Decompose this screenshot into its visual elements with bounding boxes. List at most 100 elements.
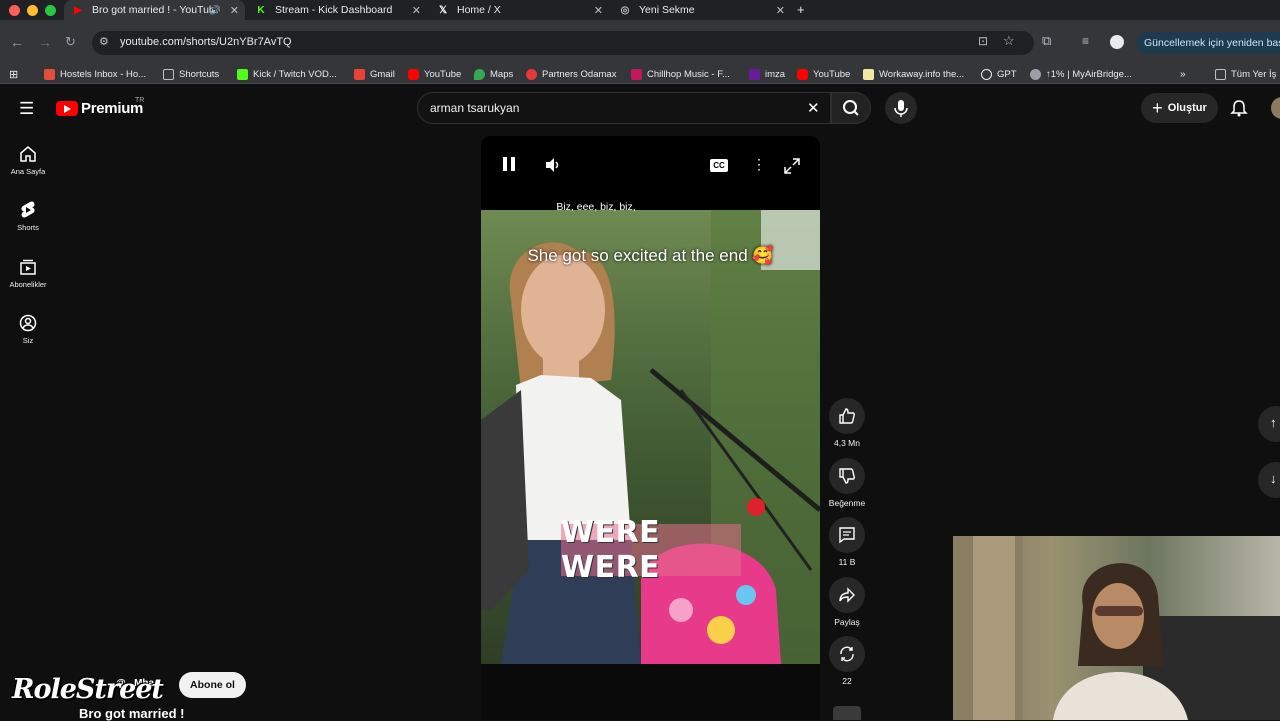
voice-search-button[interactable] [885, 92, 917, 124]
update-restart-button[interactable]: Güncellemek için yeniden başlat [1136, 32, 1280, 54]
bookmark-item[interactable]: GPT [981, 64, 1017, 84]
burned-in-caption: WERE WERE [561, 515, 741, 585]
search-button[interactable] [831, 92, 871, 124]
notifications-bell-icon[interactable] [1230, 99, 1248, 117]
pause-icon[interactable] [503, 157, 507, 171]
fullscreen-icon[interactable] [784, 158, 800, 174]
bookmark-item[interactable]: ↑1% | MyAirBridge... [1030, 64, 1132, 84]
new-tab-icon[interactable]: + [797, 2, 805, 17]
remix-button[interactable]: 22 [827, 636, 867, 686]
menu-hamburger-icon[interactable]: ☰ [19, 99, 34, 119]
bookmark-label: Kick / Twitch VOD... [253, 68, 337, 80]
youtube-logo-icon [56, 101, 78, 116]
short-title[interactable]: Bro got married ! [79, 706, 184, 721]
share-button[interactable]: Paylaş [827, 577, 867, 627]
next-short-button[interactable]: ↓ [1258, 462, 1280, 498]
more-options-icon[interactable]: ⋮ [752, 157, 766, 171]
bookmark-label: Tüm Yer İş [1231, 68, 1277, 80]
logo-text: Premium [81, 100, 144, 117]
arrow-down-icon: ↓ [1270, 471, 1277, 486]
sidebar-item-home[interactable]: Ana Sayfa [0, 145, 56, 176]
sidebar-label: Shorts [17, 223, 39, 232]
bookmark-item[interactable]: Gmail [354, 64, 395, 84]
window-close-button[interactable] [9, 5, 20, 16]
bookmark-label: Hostels Inbox - Ho... [60, 68, 147, 80]
close-tab-icon[interactable]: ✕ [776, 4, 785, 17]
sound-thumbnail[interactable] [833, 706, 861, 720]
bookmark-item[interactable]: Shortcuts [163, 64, 219, 84]
tab-x-home[interactable]: 𝕏 Home / X ✕ [429, 0, 609, 20]
window-minimize-button[interactable] [27, 5, 38, 16]
profile-avatar[interactable] [1110, 35, 1124, 49]
dislike-button[interactable]: Beğenme [827, 458, 867, 508]
sidebar-item-you[interactable]: Siz [0, 314, 56, 345]
search-icon [843, 100, 859, 116]
reload-icon[interactable]: ↻ [65, 34, 76, 50]
bookmark-item[interactable]: Maps [474, 64, 513, 84]
home-icon [20, 146, 36, 162]
tab-new-tab[interactable]: ◎ Yeni Sekme ✕ [611, 0, 791, 20]
close-tab-icon[interactable]: ✕ [412, 4, 421, 17]
site-info-icon[interactable]: ⚙ [99, 35, 109, 48]
tab-youtube[interactable]: ▶ Bro got married ! - YouTub 🔊 ✕ [64, 0, 245, 20]
bookmark-label: Gmail [370, 68, 395, 80]
bookmark-label: Shortcuts [179, 68, 220, 80]
x-favicon-icon: 𝕏 [438, 4, 448, 16]
sidebar-label: Ana Sayfa [10, 167, 46, 176]
tab-kick-dashboard[interactable]: K Stream - Kick Dashboard ✕ [247, 0, 427, 20]
player-bottom-area [481, 664, 820, 720]
share-label: Paylaş [834, 617, 860, 627]
bookmark-item[interactable]: YouTube [408, 64, 461, 84]
create-button[interactable]: + Oluştur [1141, 93, 1218, 123]
short-video-frame[interactable] [481, 210, 820, 664]
odamax-icon [526, 68, 537, 80]
volume-icon[interactable] [544, 157, 562, 173]
caption-text: WERE WERE [561, 515, 661, 585]
search-input[interactable]: arman tsarukyan [430, 101, 519, 115]
youtube-logo[interactable]: Premium [56, 100, 143, 117]
bookmark-item[interactable]: imza [749, 64, 785, 84]
window-maximize-button[interactable] [45, 5, 56, 16]
captions-cc-icon[interactable]: CC [710, 159, 728, 172]
maps-icon [474, 68, 485, 80]
bookmark-label: Chillhop Music - F... [647, 68, 730, 80]
all-bookmarks-folder[interactable]: Tüm Yer İş [1215, 64, 1276, 84]
subscribe-label: Abone ol [190, 679, 235, 691]
like-circle [829, 398, 865, 434]
forward-icon[interactable]: → [38, 34, 52, 50]
apps-grid-icon[interactable]: ⊞ [9, 64, 18, 84]
tab-title: Home / X [457, 4, 501, 16]
pause-icon-bar[interactable] [511, 157, 515, 171]
dislike-label: Beğenme [828, 498, 866, 508]
bookmark-item[interactable]: Hostels Inbox - Ho... [44, 64, 146, 84]
previous-short-button[interactable]: ↑ [1258, 406, 1280, 442]
kick-icon [237, 68, 248, 80]
bookmark-item[interactable]: Kick / Twitch VOD... [237, 64, 337, 84]
bookmark-item[interactable]: YouTube [797, 64, 850, 84]
like-button[interactable]: 4,3 Mn [827, 398, 867, 448]
bookmark-item[interactable]: Chillhop Music - F... [631, 64, 730, 84]
url-text[interactable]: youtube.com/shorts/U2nYBr7AvTQ [120, 36, 292, 48]
comments-button[interactable]: 11 B [827, 517, 867, 567]
bookmark-star-icon[interactable]: ☆ [1003, 33, 1015, 49]
extensions-icon[interactable]: ⧉ [1042, 33, 1051, 49]
speaker-icon[interactable]: 🔊 [210, 5, 221, 16]
cloud-icon [1030, 68, 1041, 80]
video-scene [481, 210, 820, 664]
back-icon[interactable]: ← [10, 34, 24, 50]
imza-icon [749, 68, 760, 80]
reading-list-icon[interactable]: ≡ [1082, 34, 1089, 48]
sidebar-item-subscriptions[interactable]: Abonelikler [0, 258, 56, 289]
bookmark-item[interactable]: Workaway.info the... [863, 64, 964, 84]
close-tab-icon[interactable]: ✕ [594, 4, 603, 17]
subscribe-button[interactable]: Abone ol [179, 672, 246, 698]
close-tab-icon[interactable]: ✕ [230, 4, 239, 17]
like-count: 4,3 Mn [834, 438, 860, 448]
install-app-icon[interactable]: ⊡ [978, 34, 988, 48]
comment-count: 11 B [838, 557, 856, 567]
clear-search-icon[interactable]: ✕ [807, 99, 820, 117]
sidebar-item-shorts[interactable]: Shorts [0, 201, 56, 232]
more-bookmarks-icon[interactable]: » [1180, 64, 1186, 84]
comments-circle [829, 517, 865, 553]
bookmark-item[interactable]: Partners Odamax [526, 64, 616, 84]
